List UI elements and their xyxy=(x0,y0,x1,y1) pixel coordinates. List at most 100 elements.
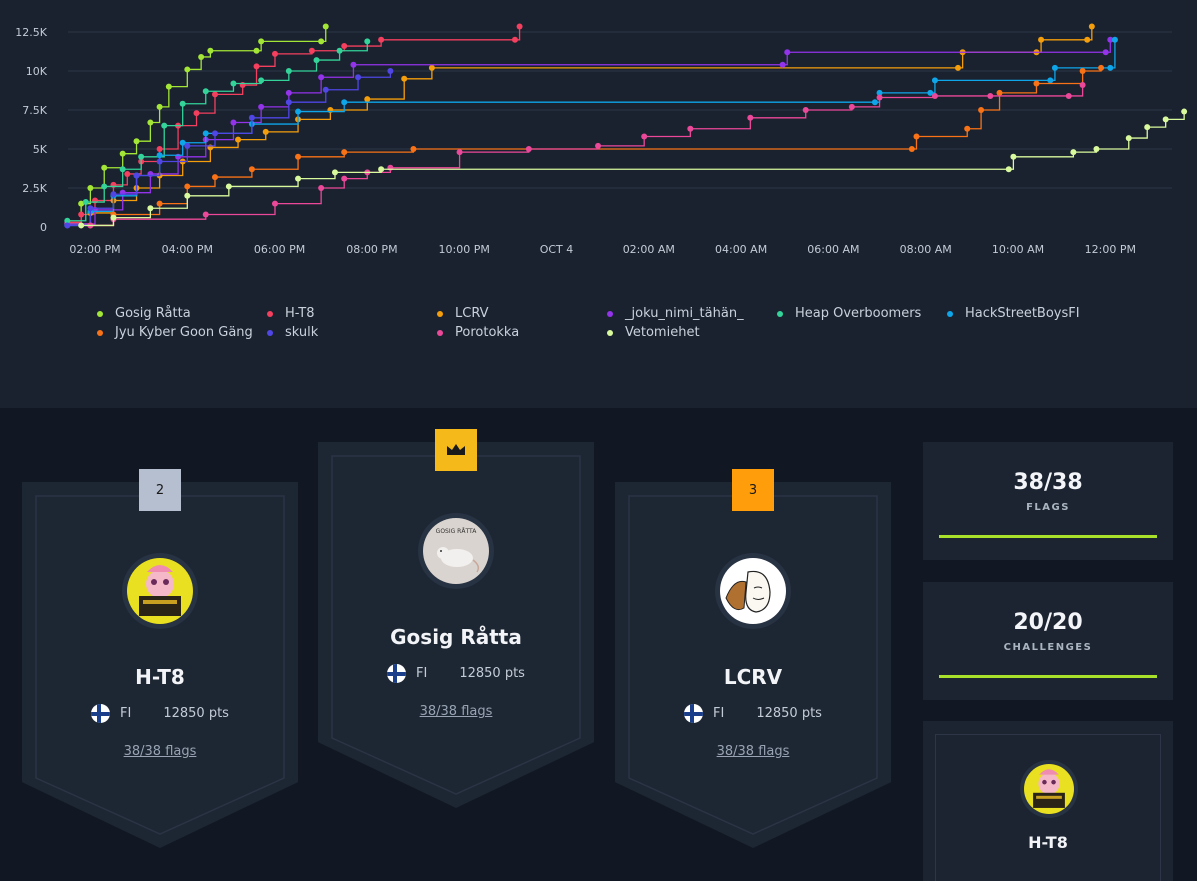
x-tick-label: 06:00 AM xyxy=(807,243,859,256)
data-point xyxy=(78,211,85,218)
data-point xyxy=(202,88,209,95)
data-point xyxy=(156,158,163,165)
legend-item[interactable]: Gosig Råtta xyxy=(97,306,267,321)
team-flags-link[interactable]: 38/38 flags xyxy=(615,744,891,759)
data-point xyxy=(641,133,648,140)
featured-team-name[interactable]: H-T8 xyxy=(923,833,1173,852)
team-points: 12850 pts xyxy=(756,706,822,721)
legend-dot-icon xyxy=(267,310,273,317)
x-tick-label: 04:00 AM xyxy=(715,243,767,256)
legend-dot-icon xyxy=(777,310,783,317)
data-point xyxy=(258,103,265,110)
data-point xyxy=(133,172,140,179)
progress-fill-flags xyxy=(939,535,1157,538)
avatar-image-lcrv xyxy=(720,558,786,624)
legend-label: Porotokka xyxy=(455,325,520,340)
data-point xyxy=(1047,77,1054,84)
series-line xyxy=(67,26,1093,225)
legend-item[interactable]: H-T8 xyxy=(267,306,437,321)
avatar: GOSIG RÅTTA xyxy=(418,513,494,589)
data-point xyxy=(1181,108,1188,115)
data-point xyxy=(341,99,348,106)
team-meta: FI 12850 pts xyxy=(318,664,594,683)
team-name[interactable]: Gosig Råtta xyxy=(318,625,594,649)
rank-badge-third: 3 xyxy=(732,469,774,511)
data-point xyxy=(211,91,218,98)
data-point xyxy=(147,119,154,126)
data-point xyxy=(456,149,463,156)
team-country: FI xyxy=(713,706,725,721)
data-point xyxy=(165,83,172,90)
data-point xyxy=(931,77,938,84)
data-point xyxy=(908,146,915,152)
y-tick-label: 10K xyxy=(26,65,48,78)
data-point xyxy=(1065,92,1072,99)
legend-label: Vetomiehet xyxy=(625,325,700,340)
legend-item[interactable]: LCRV xyxy=(437,306,607,321)
data-point xyxy=(295,153,302,160)
avatar-text: GOSIG RÅTTA xyxy=(436,528,478,535)
stat-value-challenges: 20/20 xyxy=(1013,610,1083,635)
x-tick-label: 02:00 PM xyxy=(69,243,120,256)
score-chart-panel: 0 2.5K 5K 7.5K 10K 12.5K 02:00 PM 04:00 PM 06:00… xyxy=(0,0,1197,408)
data-point xyxy=(262,128,269,135)
data-point xyxy=(1079,82,1086,89)
featured-team-card[interactable]: H-T8 xyxy=(923,721,1173,881)
legend-dot-icon xyxy=(947,310,953,317)
data-point xyxy=(285,99,292,106)
data-point xyxy=(1079,68,1086,74)
rank-badge-second: 2 xyxy=(139,469,181,511)
legend-item[interactable]: Porotokka xyxy=(437,325,607,340)
data-point xyxy=(318,185,325,191)
finland-flag-icon xyxy=(684,704,704,723)
data-point xyxy=(64,222,71,229)
progress-bar-flags xyxy=(939,535,1157,538)
x-tick-label: 10:00 PM xyxy=(439,243,490,256)
data-point xyxy=(87,185,94,191)
legend-item[interactable]: Heap Overboomers xyxy=(777,306,947,321)
legend-item[interactable]: _joku_nimi_tähän_ xyxy=(607,306,777,321)
legend-dot-icon xyxy=(437,329,443,336)
data-point xyxy=(913,133,920,140)
data-point xyxy=(511,36,518,43)
data-point xyxy=(138,153,145,160)
team-flags-link[interactable]: 38/38 flags xyxy=(22,744,298,759)
data-point xyxy=(184,66,191,73)
data-point xyxy=(211,174,218,181)
avatar xyxy=(1020,760,1078,818)
legend-dot-icon xyxy=(607,310,613,317)
legend-item[interactable]: Jyu Kyber Goon Gäng xyxy=(97,325,267,340)
legend-item[interactable]: HackStreetBoysFI xyxy=(947,306,1117,321)
data-point xyxy=(876,94,883,101)
x-tick-label: 08:00 AM xyxy=(900,243,952,256)
data-point xyxy=(193,110,200,117)
data-point xyxy=(202,211,209,218)
legend-item[interactable]: skulk xyxy=(267,325,437,340)
data-point xyxy=(253,63,260,70)
team-name[interactable]: LCRV xyxy=(615,665,891,689)
data-point xyxy=(955,64,962,71)
team-points: 12850 pts xyxy=(163,706,229,721)
legend-label: H-T8 xyxy=(285,306,315,321)
data-point xyxy=(258,77,265,84)
data-point xyxy=(1051,64,1058,71)
data-point xyxy=(355,74,362,81)
data-point xyxy=(225,183,232,190)
team-flags-link[interactable]: 38/38 flags xyxy=(318,704,594,719)
data-point xyxy=(110,214,117,221)
chart-legend: Gosig Råtta H-T8 LCRV _joku_nimi_tähän_ Heap… xyxy=(97,306,1117,340)
data-point xyxy=(1125,135,1132,142)
legend-label: Gosig Råtta xyxy=(115,306,191,321)
data-point xyxy=(779,61,786,68)
team-name[interactable]: H-T8 xyxy=(22,665,298,689)
data-point xyxy=(1102,49,1109,56)
data-point xyxy=(331,169,338,176)
data-point xyxy=(119,150,126,157)
data-point xyxy=(341,43,348,50)
data-point xyxy=(202,130,209,137)
crown-badge xyxy=(435,429,477,471)
data-point xyxy=(161,122,168,129)
data-point xyxy=(595,142,602,149)
legend-item[interactable]: Vetomiehet xyxy=(607,325,777,340)
legend-label: Jyu Kyber Goon Gäng xyxy=(115,325,253,340)
